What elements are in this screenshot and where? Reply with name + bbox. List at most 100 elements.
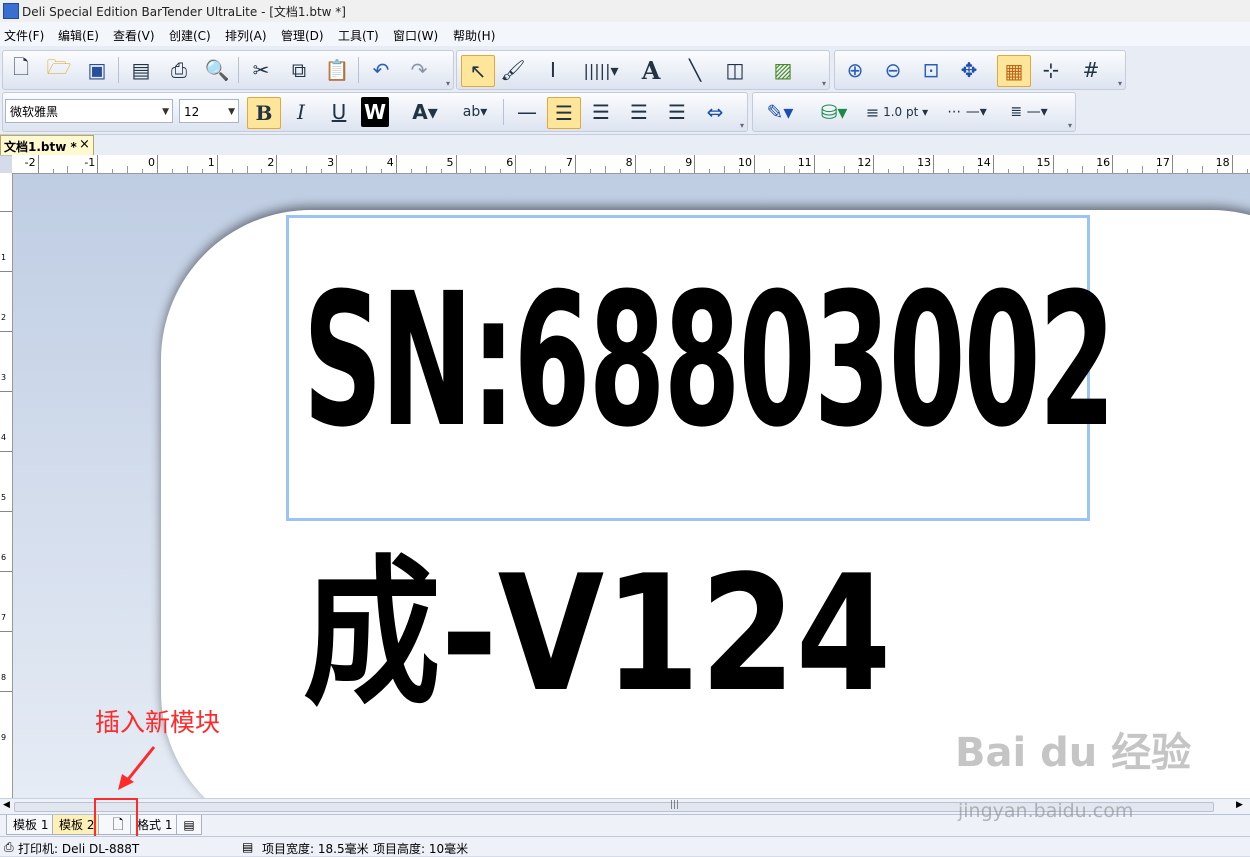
tab-template-1[interactable]: 模板 1: [6, 815, 56, 835]
ruler-label: 14: [976, 156, 991, 169]
scroll-left-icon[interactable]: ◀: [3, 800, 10, 810]
text-cursor-icon[interactable]: I: [537, 55, 569, 85]
ruler-tick: [216, 155, 218, 173]
menu-help[interactable]: 帮助(H): [453, 27, 495, 44]
ruler-label: 10: [738, 156, 752, 169]
page-setup-icon[interactable]: ▤: [125, 55, 157, 85]
ruler-minor-tick: [201, 169, 203, 173]
ruler-label: 11: [797, 156, 812, 169]
menu-bar: 文件(F) 编辑(E) 查看(V) 创建(C) 排列(A) 管理(D) 工具(T…: [0, 22, 1250, 46]
ruler-toggle-icon[interactable]: ▦: [997, 55, 1031, 87]
fit-width-icon[interactable]: ⇔: [699, 97, 731, 127]
ruler-minor-tick: [82, 169, 84, 173]
line-dash-select[interactable]: ⋯ —▾: [939, 97, 995, 127]
ruler-minor-tick: [1216, 169, 1218, 173]
snap-guides-icon[interactable]: ⊹: [1035, 55, 1067, 85]
format-painter-icon[interactable]: 🖌: [497, 55, 529, 85]
window-title: Deli Special Edition BarTender UltraLite…: [22, 5, 346, 19]
align-left-icon[interactable]: ☰: [547, 97, 581, 129]
ruler-label: 1: [207, 156, 215, 169]
bold-icon[interactable]: B: [247, 97, 281, 129]
copy-icon[interactable]: ⧉: [283, 55, 315, 85]
app-icon: [3, 3, 19, 19]
ruler-label: 9: [685, 156, 693, 169]
menu-file[interactable]: 文件(F): [4, 27, 44, 44]
line-color-icon[interactable]: ✎▾: [757, 97, 803, 127]
ruler-minor-tick: [186, 166, 188, 173]
menu-arrange[interactable]: 排列(A): [225, 27, 267, 44]
menu-create[interactable]: 创建(C): [169, 27, 211, 44]
new-document-icon[interactable]: 🗋: [5, 55, 37, 85]
menu-view[interactable]: 查看(V): [113, 27, 155, 44]
menu-manage[interactable]: 管理(D): [281, 27, 324, 44]
underline-icon[interactable]: U: [323, 97, 355, 127]
barcode-icon[interactable]: |||||▾: [579, 55, 623, 85]
menu-tools[interactable]: 工具(T): [338, 27, 379, 44]
font-name-select[interactable]: 微软雅黑 ▼: [5, 99, 173, 123]
ruler-tick: [0, 511, 12, 512]
line-style-icon[interactable]: —: [511, 97, 543, 127]
save-icon[interactable]: ▣: [81, 55, 113, 85]
menu-edit[interactable]: 编辑(E): [58, 27, 99, 44]
document-tab[interactable]: 文档1.btw * ×: [0, 135, 94, 155]
font-size-select[interactable]: 12 ▼: [179, 99, 239, 123]
cut-icon[interactable]: ✂: [245, 55, 277, 85]
open-folder-icon[interactable]: 🗁: [43, 55, 75, 85]
undo-icon[interactable]: ↶: [365, 55, 397, 85]
annotation-arrow: [118, 746, 156, 790]
zoom-out-icon[interactable]: ⊖: [877, 55, 909, 85]
grid-toggle-icon[interactable]: #: [1075, 55, 1107, 85]
line-tool-icon[interactable]: ╲: [679, 55, 711, 85]
print-icon[interactable]: ⎙: [163, 55, 195, 85]
insert-format-icon[interactable]: ▤: [176, 815, 202, 835]
ruler-label: 18: [1215, 156, 1230, 169]
select-arrow-icon[interactable]: ↖: [461, 55, 495, 87]
ruler-minor-tick: [604, 166, 606, 173]
close-icon[interactable]: ×: [79, 137, 90, 152]
shape-tool-icon[interactable]: ◫: [719, 55, 751, 85]
serial-number-text[interactable]: SN:68803002: [303, 259, 1116, 464]
ruler-tick: [0, 691, 12, 692]
model-code-text[interactable]: 成-V124: [303, 539, 891, 729]
align-right-icon[interactable]: ☰: [623, 97, 655, 127]
ruler-minor-tick: [231, 169, 233, 173]
ruler-tick: [97, 155, 99, 173]
scroll-right-icon[interactable]: ▶: [1236, 800, 1243, 810]
ruler-tick: [0, 331, 12, 332]
zoom-fit-icon[interactable]: ⊡: [915, 55, 947, 85]
standard-toolbar: 🗋 🗁 ▣ ▤ ⎙ 🔍 ✂ ⧉ 📋 ↶ ↷ ▾: [2, 50, 454, 90]
ruler-minor-tick: [724, 166, 726, 173]
ruler-label: 4: [1, 433, 7, 442]
highlight-color-icon[interactable]: ab▾: [453, 97, 497, 127]
ruler-minor-tick: [918, 169, 920, 173]
horizontal-ruler: -2 -1 0 1 2 3 4 5 6 7 8 9 10 11 12 13 14 15 16 17 18: [12, 155, 1250, 174]
ruler-minor-tick: [351, 169, 353, 173]
ruler-minor-tick: [380, 169, 382, 173]
printer-status: 打印机: Deli DL-888T: [18, 842, 140, 856]
ruler-tick: [0, 451, 12, 452]
document-tab-label: 文档1.btw *: [4, 140, 77, 154]
menu-window[interactable]: 窗口(W): [393, 27, 438, 44]
ruler-label: 5: [446, 156, 454, 169]
ruler-tick: [336, 155, 338, 173]
italic-icon[interactable]: I: [285, 97, 317, 127]
paste-icon[interactable]: 📋: [321, 55, 353, 85]
ruler-minor-tick: [843, 166, 845, 173]
zoom-page-icon[interactable]: ✥: [953, 55, 985, 85]
justify-icon[interactable]: ☰: [661, 97, 693, 127]
picture-tool-icon[interactable]: ▨: [767, 55, 799, 85]
font-color-icon[interactable]: A▾: [403, 97, 447, 127]
ruler-tick: [37, 155, 39, 173]
reverse-text-icon[interactable]: W: [361, 97, 389, 127]
ruler-minor-tick: [127, 166, 129, 173]
text-tool-icon[interactable]: A: [635, 55, 667, 85]
align-center-icon[interactable]: ☰: [585, 97, 617, 127]
ruler-minor-tick: [664, 166, 666, 173]
redo-icon[interactable]: ↷: [403, 55, 435, 85]
ruler-minor-tick: [142, 169, 144, 173]
print-preview-icon[interactable]: 🔍: [201, 55, 233, 85]
zoom-in-icon[interactable]: ⊕: [839, 55, 871, 85]
line-width-select[interactable]: ≡ 1.0 pt ▾: [859, 97, 935, 127]
line-arrow-select[interactable]: ≣ —▾: [1001, 97, 1057, 127]
fill-color-icon[interactable]: ⛁▾: [811, 97, 857, 127]
